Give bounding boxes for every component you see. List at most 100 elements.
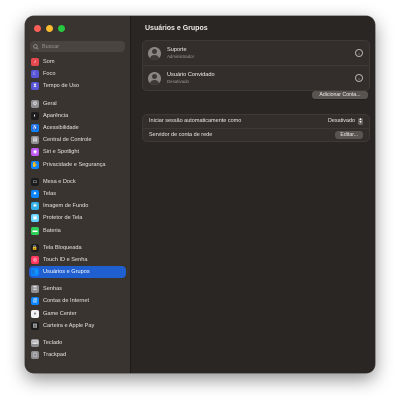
minimize-window-button[interactable] bbox=[46, 25, 53, 32]
auto-login-label: Iniciar sessão automaticamente como bbox=[149, 118, 242, 125]
fingerprint-icon: ◎ bbox=[31, 255, 39, 264]
avatar bbox=[148, 46, 161, 60]
display-icon: ✷ bbox=[31, 189, 39, 198]
sidebar-item[interactable]: ▥ Carteira e Apple Pay bbox=[29, 320, 126, 332]
sidebar: ♪ Som ☾ Foco ⧗ Tempo de Uso ⚙ Geral ◐ Aparência ♿ A… bbox=[25, 16, 131, 373]
sidebar-item-label: Trackpad bbox=[43, 352, 67, 359]
sidebar-item[interactable]: ⧗ Tempo de Uso bbox=[29, 80, 126, 92]
main-content: Usuários e Grupos Suporte Administrador … bbox=[131, 16, 375, 373]
sidebar-item-label: Privacidade e Segurança bbox=[43, 161, 106, 168]
sidebar-item-label: Mesa e Dock bbox=[43, 178, 76, 185]
screensaver-icon: ▣ bbox=[31, 214, 39, 223]
sidebar-item-label: Bateria bbox=[43, 227, 61, 234]
window-controls bbox=[34, 25, 65, 32]
avatar bbox=[148, 71, 161, 85]
moon-icon: ☾ bbox=[31, 70, 39, 79]
sidebar-item-label: Teclado bbox=[43, 340, 63, 347]
appearance-icon: ◐ bbox=[31, 111, 39, 120]
sidebar-item[interactable]: ▤ Central de Controle bbox=[29, 134, 126, 146]
sidebar-item[interactable]: ● Game Center bbox=[29, 308, 126, 320]
game-center-icon: ● bbox=[31, 309, 39, 318]
hourglass-icon: ⧗ bbox=[31, 82, 39, 91]
sidebar-item[interactable]: ✋ Privacidade e Segurança bbox=[29, 159, 126, 171]
sidebar-item-label: Central de Controle bbox=[43, 137, 92, 144]
zoom-window-button[interactable] bbox=[58, 25, 65, 32]
sidebar-item-label: Carteira e Apple Pay bbox=[43, 322, 95, 329]
sidebar-item[interactable]: ❀ Imagem de Fundo bbox=[29, 200, 126, 212]
sidebar-item[interactable]: ♪ Som bbox=[29, 56, 126, 68]
sidebar-item[interactable]: ◐ Aparência bbox=[29, 110, 126, 122]
info-icon[interactable]: i bbox=[355, 74, 363, 82]
wallet-icon: ▥ bbox=[31, 321, 39, 330]
battery-icon: ▬ bbox=[31, 226, 39, 235]
sidebar-item[interactable]: @ Contas de Internet bbox=[29, 295, 126, 307]
sidebar-item[interactable]: ⌨ Teclado bbox=[29, 337, 126, 349]
sidebar-item[interactable]: ☾ Foco bbox=[29, 68, 126, 80]
sidebar-item[interactable]: ⚙ Geral bbox=[29, 98, 126, 110]
edit-button[interactable]: Editar... bbox=[335, 130, 363, 139]
sidebar-item-label: Acessibilidade bbox=[43, 125, 79, 132]
sidebar-item[interactable]: ▬ Bateria bbox=[29, 224, 126, 236]
sidebar-item[interactable]: ▢ Trackpad bbox=[29, 349, 126, 361]
sidebar-item-label: Foco bbox=[43, 71, 56, 78]
user-name: Suporte bbox=[167, 46, 187, 53]
speaker-icon: ♪ bbox=[31, 58, 39, 67]
sidebar-item[interactable]: ⚿ Senhas bbox=[29, 283, 126, 295]
sidebar-item-label: Geral bbox=[43, 100, 57, 107]
user-row[interactable]: Usuário Convidado Desativado i bbox=[143, 65, 369, 90]
search-icon bbox=[30, 43, 42, 50]
sidebar-item-label: Som bbox=[43, 59, 55, 66]
auto-login-popup[interactable]: Desativado ▲ ▼ bbox=[328, 116, 363, 125]
info-icon[interactable]: i bbox=[355, 49, 363, 57]
sidebar-item-label: Game Center bbox=[43, 310, 77, 317]
sidebar-item[interactable]: 🔒 Tela Bloqueada bbox=[29, 242, 126, 254]
auto-login-row: Iniciar sessão automaticamente como Desa… bbox=[143, 115, 369, 128]
lock-icon: 🔒 bbox=[31, 243, 39, 252]
network-server-label: Servidor de conta de rede bbox=[149, 131, 213, 138]
trackpad-icon: ▢ bbox=[31, 351, 39, 360]
key-icon: ⚿ bbox=[31, 285, 39, 294]
page-title: Usuários e Grupos bbox=[145, 25, 208, 32]
users-icon: 👥 bbox=[31, 268, 39, 277]
add-account-button[interactable]: Adicionar Conta... bbox=[312, 91, 368, 99]
settings-window: ♪ Som ☾ Foco ⧗ Tempo de Uso ⚙ Geral ◐ Aparência ♿ A… bbox=[25, 16, 375, 373]
wallpaper-icon: ❀ bbox=[31, 202, 39, 211]
sidebar-item[interactable]: ▭ Mesa e Dock bbox=[29, 176, 126, 188]
sidebar-separator bbox=[29, 93, 126, 98]
at-icon: @ bbox=[31, 297, 39, 306]
user-role: Administrador bbox=[167, 53, 195, 59]
sidebar-item-label: Usuários e Grupos bbox=[43, 269, 90, 276]
sidebar-item[interactable]: ◎ Touch ID e Senha bbox=[29, 254, 126, 266]
siri-icon: ◉ bbox=[31, 148, 39, 157]
sidebar-separator bbox=[29, 171, 126, 176]
sidebar-item-label: Siri e Spotlight bbox=[43, 149, 80, 156]
chevron-updown-icon: ▲ ▼ bbox=[358, 116, 363, 125]
auto-login-value: Desativado bbox=[328, 118, 355, 125]
sidebar-separator bbox=[29, 237, 126, 242]
network-server-row: Servidor de conta de rede Editar... bbox=[143, 127, 369, 142]
sidebar-item-label: Imagem de Fundo bbox=[43, 203, 89, 210]
search-input[interactable] bbox=[42, 43, 122, 50]
sidebar-item[interactable]: ▣ Protetor de Tela bbox=[29, 212, 126, 224]
sidebar-item-label: Senhas bbox=[43, 286, 62, 293]
search-field[interactable] bbox=[30, 41, 125, 52]
control-center-icon: ▤ bbox=[31, 136, 39, 145]
user-name: Usuário Convidado bbox=[167, 71, 215, 78]
user-row[interactable]: Suporte Administrador i bbox=[143, 41, 369, 65]
dock-icon: ▭ bbox=[31, 177, 39, 186]
sidebar-item-label: Contas de Internet bbox=[43, 298, 90, 305]
users-list: Suporte Administrador i Usuário Convidad… bbox=[142, 40, 370, 91]
sidebar-item[interactable]: ♿ Acessibilidade bbox=[29, 122, 126, 134]
sidebar-item[interactable]: ✷ Telas bbox=[29, 188, 126, 200]
sidebar-item[interactable]: 👥 Usuários e Grupos bbox=[29, 266, 126, 279]
keyboard-icon: ⌨ bbox=[31, 339, 39, 348]
sidebar-item-label: Protetor de Tela bbox=[43, 215, 83, 222]
sidebar-item-label: Tela Bloqueada bbox=[43, 244, 82, 251]
login-settings: Iniciar sessão automaticamente como Desa… bbox=[142, 114, 370, 142]
sidebar-item-label: Aparência bbox=[43, 112, 69, 119]
close-window-button[interactable] bbox=[34, 25, 41, 32]
sidebar-item[interactable]: ◉ Siri e Spotlight bbox=[29, 146, 126, 158]
user-role: Desativado bbox=[167, 78, 189, 84]
hand-icon: ✋ bbox=[31, 160, 39, 169]
accessibility-icon: ♿ bbox=[31, 124, 39, 133]
